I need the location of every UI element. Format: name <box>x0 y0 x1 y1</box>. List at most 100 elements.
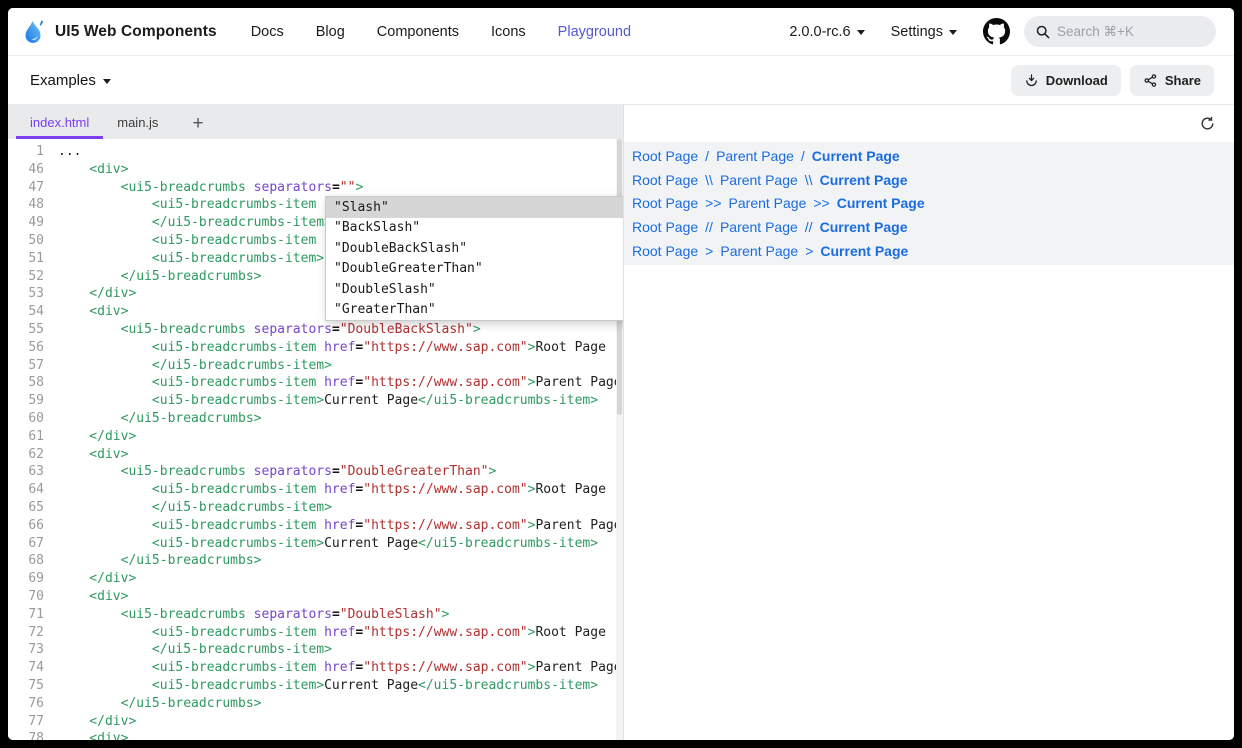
nav-item-playground[interactable]: Playground <box>558 24 631 40</box>
breadcrumb-separator: \\ <box>805 172 813 188</box>
code-line: 66 <ui5-breadcrumbs-item href="https://w… <box>14 517 623 535</box>
code-line: 77 </div> <box>14 713 623 731</box>
github-link[interactable] <box>983 18 1010 45</box>
autocomplete-option[interactable]: "DoubleSlash" <box>326 279 623 300</box>
code-text: <div> <box>58 161 128 179</box>
code-line: 67 <ui5-breadcrumbs-item>Current Page</u… <box>14 535 623 553</box>
settings-dropdown[interactable]: Settings <box>891 24 957 40</box>
line-number: 56 <box>14 339 44 357</box>
chevron-down-icon <box>949 30 957 35</box>
line-number: 46 <box>14 161 44 179</box>
preview-pane: Root Page/Parent Page/Current PageRoot P… <box>623 105 1234 740</box>
code-text: </ui5-breadcrumbs> <box>58 410 262 428</box>
line-number: 62 <box>14 446 44 464</box>
breadcrumb-link[interactable]: Root Page <box>632 148 698 164</box>
code-line: 73 </ui5-breadcrumbs-item> <box>14 641 623 659</box>
tab-main-js[interactable]: main.js <box>103 105 172 139</box>
breadcrumb-link[interactable]: Root Page <box>632 172 698 188</box>
code-text: </ui5-breadcrumbs-item> <box>58 641 332 659</box>
nav-item-icons[interactable]: Icons <box>491 24 526 40</box>
breadcrumb-link[interactable]: Root Page <box>632 219 698 235</box>
code-text: <ui5-breadcrumbs-item href="https://www.… <box>58 517 623 535</box>
line-number: 76 <box>14 695 44 713</box>
version-dropdown[interactable]: 2.0.0-rc.6 <box>789 24 864 40</box>
autocomplete-option[interactable]: "DoubleGreaterThan" <box>326 259 623 280</box>
autocomplete-dropdown: "Slash""BackSlash""DoubleBackSlash""Doub… <box>325 196 623 321</box>
code-line: 74 <ui5-breadcrumbs-item href="https://w… <box>14 659 623 677</box>
code-text: <ui5-breadcrumbs-item>Current Page</ui5-… <box>58 535 598 553</box>
code-line: 62 <div> <box>14 446 623 464</box>
breadcrumb-link[interactable]: Parent Page <box>720 172 798 188</box>
code-text: <div> <box>58 446 128 464</box>
code-text: </ui5-breadcrumbs> <box>58 695 262 713</box>
breadcrumb-link[interactable]: Parent Page <box>729 195 807 211</box>
line-number: 49 <box>14 214 44 232</box>
breadcrumb-current: Current Page <box>820 243 908 259</box>
share-button[interactable]: Share <box>1130 65 1214 96</box>
code-line: 60 </ui5-breadcrumbs> <box>14 410 623 428</box>
code-area[interactable]: 1...46 <div>47 <ui5-breadcrumbs separato… <box>8 139 623 740</box>
breadcrumb-link[interactable]: Root Page <box>632 243 698 259</box>
line-number: 1 <box>14 143 44 161</box>
code-line: 65 </ui5-breadcrumbs-item> <box>14 499 623 517</box>
line-number: 52 <box>14 268 44 286</box>
code-line: 59 <ui5-breadcrumbs-item>Current Page</u… <box>14 392 623 410</box>
autocomplete-option[interactable]: "Slash" <box>326 197 623 218</box>
line-number: 78 <box>14 730 44 740</box>
autocomplete-option[interactable]: "BackSlash" <box>326 218 623 239</box>
autocomplete-option[interactable]: "GreaterThan" <box>326 300 623 321</box>
examples-dropdown[interactable]: Examples <box>30 72 111 89</box>
settings-label: Settings <box>891 24 943 40</box>
breadcrumb-link[interactable]: Parent Page <box>720 243 798 259</box>
code-text: <ui5-breadcrumbs-item href="https://www.… <box>58 339 606 357</box>
breadcrumb-current: Current Page <box>820 172 908 188</box>
code-line: 76 </ui5-breadcrumbs> <box>14 695 623 713</box>
code-line: 64 <ui5-breadcrumbs-item href="https://w… <box>14 481 623 499</box>
line-number: 70 <box>14 588 44 606</box>
add-tab-button[interactable]: + <box>186 112 209 139</box>
breadcrumb-separator: / <box>801 148 805 164</box>
breadcrumb-link[interactable]: Root Page <box>632 195 698 211</box>
code-line: 70 <div> <box>14 588 623 606</box>
line-number: 74 <box>14 659 44 677</box>
line-number: 50 <box>14 232 44 250</box>
brand-title: UI5 Web Components <box>55 23 217 41</box>
chevron-down-icon <box>103 79 111 84</box>
line-number: 54 <box>14 303 44 321</box>
line-number: 72 <box>14 624 44 642</box>
nav-item-blog[interactable]: Blog <box>316 24 345 40</box>
line-number: 55 <box>14 321 44 339</box>
download-button[interactable]: Download <box>1011 65 1121 96</box>
nav-item-components[interactable]: Components <box>377 24 459 40</box>
code-line: 63 <ui5-breadcrumbs separators="DoubleGr… <box>14 463 623 481</box>
code-text: <div> <box>58 588 128 606</box>
share-icon <box>1143 73 1158 88</box>
code-text: ... <box>58 143 81 161</box>
preview-topbar <box>624 105 1234 142</box>
search-input[interactable]: Search ⌘+K <box>1024 16 1216 47</box>
playground-window: UI5 Web Components Docs Blog Components Ico… <box>8 8 1234 740</box>
examples-label: Examples <box>30 72 96 89</box>
line-number: 66 <box>14 517 44 535</box>
refresh-button[interactable] <box>1197 113 1218 134</box>
breadcrumb-link[interactable]: Parent Page <box>716 148 794 164</box>
breadcrumb-link[interactable]: Parent Page <box>720 219 798 235</box>
code-text: </ui5-breadcrumbs-item> <box>58 214 332 232</box>
line-number: 73 <box>14 641 44 659</box>
code-text: </div> <box>58 428 136 446</box>
breadcrumb-separator: > <box>705 243 713 259</box>
refresh-icon <box>1199 115 1216 132</box>
brand[interactable]: UI5 Web Components <box>22 18 217 46</box>
line-number: 65 <box>14 499 44 517</box>
code-text: <ui5-breadcrumbs-item href="https://www.… <box>58 659 623 677</box>
code-text: <ui5-breadcrumbs-item>Current Page</ui5-… <box>58 392 598 410</box>
autocomplete-option[interactable]: "DoubleBackSlash" <box>326 238 623 259</box>
code-text: </div> <box>58 713 136 731</box>
tab-index-html[interactable]: index.html <box>16 105 103 139</box>
line-number: 63 <box>14 463 44 481</box>
line-number: 47 <box>14 179 44 197</box>
main-nav: Docs Blog Components Icons Playground <box>251 24 631 40</box>
line-number: 53 <box>14 285 44 303</box>
ui5-logo-icon <box>22 18 46 46</box>
nav-item-docs[interactable]: Docs <box>251 24 284 40</box>
